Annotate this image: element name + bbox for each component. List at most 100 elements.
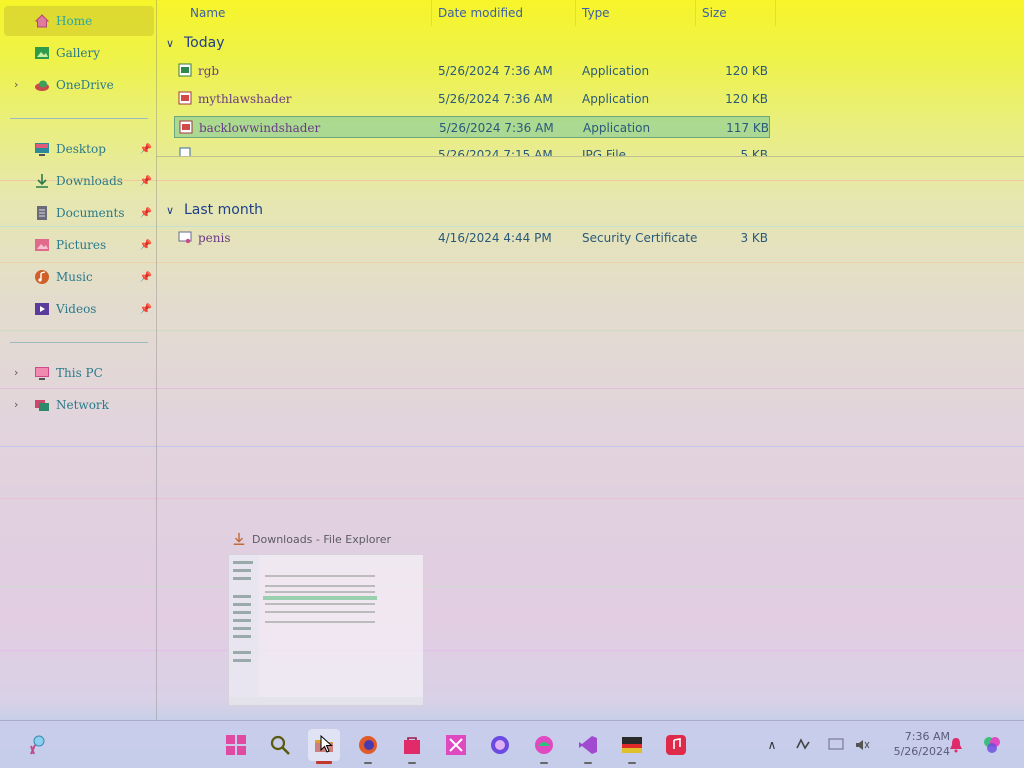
volume-status[interactable] <box>850 733 874 757</box>
notifications-button[interactable] <box>944 733 968 757</box>
sidebar-item-label: Documents <box>56 206 125 220</box>
column-header-name[interactable]: Name <box>184 0 432 26</box>
system-clock[interactable]: 7:36 AM 5/26/2024 <box>880 729 950 759</box>
column-header-date[interactable]: Date modified <box>432 0 576 26</box>
chevron-down-icon: ∨ <box>166 36 175 50</box>
store-bag-icon <box>404 737 420 754</box>
taskbar-firefox[interactable] <box>352 729 384 764</box>
chevron-up-icon: ∧ <box>767 738 777 752</box>
taskbar-thumbnail-preview[interactable]: Downloads - File Explorer <box>222 524 426 708</box>
column-header-type[interactable]: Type <box>576 0 696 26</box>
file-size: 120 KB <box>725 64 768 78</box>
file-size: 117 KB <box>726 121 769 135</box>
pictures-icon <box>35 239 49 251</box>
file-row[interactable]: 5/26/2024 7:15 AM JPG File 5 KB <box>174 144 770 156</box>
file-date: 5/26/2024 7:36 AM <box>438 92 553 106</box>
file-row[interactable]: mythlawshader 5/26/2024 7:36 AM Applicat… <box>174 88 770 110</box>
certificate-icon <box>178 231 192 244</box>
sidebar-item-this-pc[interactable]: › This PC <box>4 358 154 388</box>
weather-widget[interactable] <box>20 729 52 761</box>
sidebar-item-label: Music <box>56 270 93 284</box>
music-icon <box>35 270 49 284</box>
file-row[interactable]: rgb 5/26/2024 7:36 AM Application 120 KB <box>174 60 770 82</box>
sidebar-divider <box>10 342 148 343</box>
file-size: 3 KB <box>740 231 768 245</box>
edge-icon <box>535 736 553 754</box>
preview-title-text: Downloads - File Explorer <box>252 532 392 546</box>
window-thumbnail[interactable] <box>228 554 424 706</box>
file-size: 5 KB <box>740 148 768 156</box>
taskbar-terminal[interactable] <box>616 729 648 764</box>
network-status-icon <box>828 738 844 750</box>
pin-icon[interactable]: 📌 <box>140 144 152 155</box>
taskbar-music-player[interactable] <box>660 729 692 761</box>
taskbar-store[interactable] <box>396 729 428 764</box>
group-header-today[interactable]: ∨ Today <box>166 35 225 51</box>
copilot-button[interactable] <box>980 733 1004 757</box>
application-icon <box>178 63 192 77</box>
file-type: Application <box>582 64 650 78</box>
chevron-down-icon: ∨ <box>166 203 175 217</box>
group-header-last-month[interactable]: ∨ Last month <box>166 202 263 218</box>
application-icon <box>178 91 192 105</box>
sidebar-item-videos[interactable]: Videos 📌 <box>4 294 154 324</box>
sidebar-item-music[interactable]: Music 📌 <box>4 262 154 292</box>
application-icon <box>179 120 193 134</box>
search-icon <box>270 735 290 755</box>
pin-icon[interactable]: 📌 <box>140 208 152 219</box>
file-date: 5/26/2024 7:36 AM <box>439 121 554 135</box>
sidebar-item-gallery[interactable]: Gallery <box>4 38 154 68</box>
sidebar-item-home[interactable]: Home <box>4 6 154 36</box>
computer-icon <box>35 367 49 380</box>
sidebar-item-onedrive[interactable]: › OneDrive <box>4 70 154 100</box>
sidebar-item-network[interactable]: › Network <box>4 390 154 420</box>
document-icon <box>37 206 47 220</box>
chevron-right-icon[interactable]: › <box>14 399 26 411</box>
file-name: penis <box>198 231 231 245</box>
windows-logo-icon <box>226 735 246 755</box>
show-hidden-icons-button[interactable]: ∧ <box>760 733 784 757</box>
sidebar-item-documents[interactable]: Documents 📌 <box>4 198 154 228</box>
network-status[interactable] <box>824 733 848 757</box>
tray-app-icon-glyph <box>796 738 810 750</box>
taskbar-file-explorer[interactable] <box>308 729 340 764</box>
visual-studio-icon <box>579 736 597 754</box>
pin-icon[interactable]: 📌 <box>140 272 152 283</box>
file-type: Security Certificate <box>582 231 698 245</box>
sidebar-item-downloads[interactable]: Downloads 📌 <box>4 166 154 196</box>
sidebar-item-label: Videos <box>56 302 97 316</box>
start-button[interactable] <box>220 729 252 761</box>
taskbar-edge[interactable] <box>528 729 560 764</box>
group-label: Today <box>184 35 225 51</box>
home-icon <box>34 14 50 28</box>
speaker-muted-icon <box>856 740 870 750</box>
pin-icon[interactable]: 📌 <box>140 240 152 251</box>
pin-icon[interactable]: 📌 <box>140 304 152 315</box>
file-name: backlowwindshader <box>199 121 321 135</box>
taskbar-xampp[interactable] <box>440 729 472 761</box>
sidebar-divider <box>10 118 148 119</box>
tray-app-icon[interactable] <box>792 733 816 757</box>
chevron-right-icon[interactable]: › <box>14 367 26 379</box>
file-size: 120 KB <box>725 92 768 106</box>
firefox-icon <box>359 736 377 754</box>
sidebar-item-label: This PC <box>56 366 103 380</box>
pin-icon[interactable]: 📌 <box>140 176 152 187</box>
file-row[interactable]: penis 4/16/2024 4:44 PM Security Certifi… <box>174 227 770 249</box>
taskbar-visual-studio[interactable] <box>572 729 604 764</box>
taskbar-browser[interactable] <box>484 729 516 761</box>
sidebar-item-label: Desktop <box>56 142 106 156</box>
sidebar-item-label: Home <box>56 14 93 28</box>
sidebar-item-desktop[interactable]: Desktop 📌 <box>4 134 154 164</box>
search-button[interactable] <box>264 729 296 761</box>
sidebar-item-pictures[interactable]: Pictures 📌 <box>4 230 154 260</box>
column-header-size[interactable]: Size <box>696 0 776 26</box>
cloud-icon <box>35 80 49 91</box>
chevron-right-icon[interactable]: › <box>14 79 26 91</box>
bell-icon <box>950 738 962 753</box>
gallery-icon <box>35 47 49 59</box>
navigation-pane: Home Gallery › OneDrive Desktop 📌 Downlo… <box>0 0 156 720</box>
file-row-selected[interactable]: backlowwindshader 5/26/2024 7:36 AM Appl… <box>174 116 770 138</box>
clock-date: 5/26/2024 <box>893 745 950 758</box>
mouse-cursor-icon <box>320 735 333 753</box>
